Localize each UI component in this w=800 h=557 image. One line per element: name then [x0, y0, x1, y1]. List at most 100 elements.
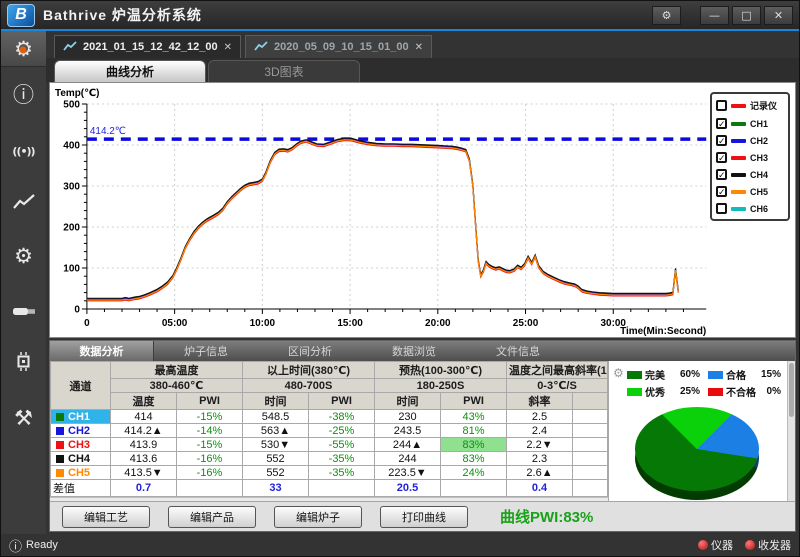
sidebar-item-settings[interactable]: ⚙ — [1, 31, 46, 67]
statusbar: ⓘ Ready 仪器收发器 — [1, 534, 799, 556]
checkbox-checked-icon[interactable]: ✓ — [716, 118, 727, 129]
sidebar: ⚙ ⓘ((•)) ⚙ ⚒ — [1, 31, 46, 534]
table-cell: 563▲ — [243, 424, 309, 438]
channel-cell[interactable]: CH1 — [51, 410, 111, 424]
pie-legend-label: 合格 — [726, 367, 746, 382]
legend-label: CH3 — [750, 153, 768, 163]
table-cell: 223.5▼ — [375, 466, 441, 480]
legend-label: 记录仪 — [750, 99, 777, 112]
group-range: 480-700S — [243, 379, 375, 393]
svg-text:200: 200 — [63, 222, 80, 233]
close-tab-icon[interactable]: ✕ — [415, 42, 423, 53]
checkbox-unchecked-icon[interactable] — [716, 100, 727, 111]
print-curve-button[interactable]: 打印曲线 — [380, 506, 468, 528]
pie-settings-icon[interactable]: ⚙ — [613, 366, 624, 380]
diff-cell — [573, 480, 608, 497]
table-cell: 552 — [243, 452, 309, 466]
pwi-pie-chart — [635, 407, 759, 501]
sidebar-item-chip[interactable] — [1, 337, 46, 391]
legend-label: CH6 — [750, 204, 768, 214]
analysis-tabs: 数据分析炉子信息区间分析数据浏览文件信息 — [50, 341, 795, 361]
sidebar-item-curve-analysis[interactable] — [1, 175, 46, 229]
table-cell — [573, 466, 608, 480]
tools-icon: ⚒ — [14, 406, 33, 430]
tab-3d-chart[interactable]: 3D图表 — [208, 60, 360, 82]
edit-product-button[interactable]: 编辑产品 — [168, 506, 256, 528]
titlebar-settings-icon[interactable]: ⚙ — [652, 6, 681, 25]
table-cell: 413.9 — [111, 438, 177, 452]
analysis-tab-3[interactable]: 数据浏览 — [362, 341, 466, 361]
analysis-tab-2[interactable]: 区间分析 — [258, 341, 362, 361]
view-tabs: 曲线分析3D图表 — [46, 58, 799, 82]
svg-text:400: 400 — [63, 140, 80, 151]
pie-legend-pct: 60% — [680, 369, 700, 380]
channel-color-square — [56, 441, 64, 449]
checkbox-checked-icon[interactable]: ✓ — [716, 169, 727, 180]
table-cell: 244▲ — [375, 438, 441, 452]
doc-tab-1[interactable]: 2020_05_09_10_15_01_00✕ — [245, 35, 432, 58]
table-header-row: 温度PWI时间PWI时间PWI斜率 — [51, 393, 608, 410]
scrollbar-thumb[interactable] — [789, 363, 794, 417]
legend-label: CH1 — [750, 119, 768, 129]
checkbox-checked-icon[interactable]: ✓ — [716, 135, 727, 146]
settings-icon: ⚙ — [14, 37, 33, 61]
tab-curve-analysis[interactable]: 曲线分析 — [54, 60, 206, 82]
legend-item-记录仪: 记录仪 — [716, 99, 784, 112]
sidebar-item-info[interactable]: ⓘ — [1, 67, 46, 121]
channel-cell[interactable]: CH2 — [51, 424, 111, 438]
edit-furnace-button[interactable]: 编辑炉子 — [274, 506, 362, 528]
curve-file-icon — [254, 41, 268, 54]
vertical-scrollbar[interactable] — [787, 361, 795, 501]
content-area: 2021_01_15_12_42_12_00✕2020_05_09_10_15_… — [46, 31, 799, 534]
sidebar-item-configuration[interactable]: ⚙ — [1, 229, 46, 283]
table-cell: -16% — [177, 452, 243, 466]
app-window: B Bathrive 炉温分析系统 ⚙ — □ ✕ ⚙ⓘ((•))⚙⚒ 2021… — [0, 0, 800, 557]
checkbox-unchecked-icon[interactable] — [716, 203, 727, 214]
checkbox-checked-icon[interactable]: ✓ — [716, 186, 727, 197]
maximize-button[interactable]: □ — [732, 6, 761, 25]
svg-text:300: 300 — [63, 181, 80, 192]
table-row: CH3413.9-15%530▼-55%244▲83%2.2▼ — [51, 438, 608, 452]
pie-legend-pct: 0% — [767, 386, 781, 397]
checkbox-checked-icon[interactable]: ✓ — [716, 152, 727, 163]
table-cell: 24% — [441, 466, 507, 480]
channel-cell[interactable]: CH3 — [51, 438, 111, 452]
analysis-tab-4[interactable]: 文件信息 — [466, 341, 570, 361]
table-header-row: 380-460℃480-700S180-250S0-3℃/S — [51, 379, 608, 393]
svg-text:100: 100 — [63, 263, 80, 274]
channel-cell[interactable]: CH4 — [51, 452, 111, 466]
series-color-swatch — [731, 104, 746, 108]
legend-item-CH5: ✓CH5 — [716, 186, 784, 197]
svg-text:05:00: 05:00 — [162, 318, 188, 329]
diff-cell: 0.4 — [507, 480, 573, 497]
group-header: 最高温度 — [111, 362, 243, 379]
close-button[interactable]: ✕ — [764, 6, 793, 25]
sidebar-item-usb-device[interactable] — [1, 283, 46, 337]
column-header: 时间 — [243, 393, 309, 410]
diff-cell — [309, 480, 375, 497]
edit-process-button[interactable]: 编辑工艺 — [62, 506, 150, 528]
sidebar-item-broadcast[interactable]: ((•)) — [1, 121, 46, 175]
temperature-chart-panel: 0100200300400500005:0010:0015:0020:0025:… — [49, 82, 796, 338]
close-tab-icon[interactable]: ✕ — [224, 42, 232, 53]
channel-cell[interactable]: CH5 — [51, 466, 111, 480]
minimize-button[interactable]: — — [700, 6, 729, 25]
sidebar-item-tools[interactable]: ⚒ — [1, 391, 46, 445]
table-cell: 2.2▼ — [507, 438, 573, 452]
series-color-swatch — [731, 207, 746, 211]
channel-name: CH5 — [68, 467, 90, 479]
legend-item-CH2: ✓CH2 — [716, 135, 784, 146]
analysis-tab-1[interactable]: 炉子信息 — [154, 341, 258, 361]
doc-tab-0[interactable]: 2021_01_15_12_42_12_00✕ — [54, 35, 241, 58]
group-range: 180-250S — [375, 379, 507, 393]
table-cell: 2.4 — [507, 424, 573, 438]
analysis-tab-0[interactable]: 数据分析 — [50, 341, 154, 361]
svg-text:0: 0 — [84, 318, 90, 329]
configuration-icon: ⚙ — [14, 244, 33, 268]
pie-legend-item-不合格: 不合格 0% — [708, 384, 781, 399]
table-cell: 530▼ — [243, 438, 309, 452]
channel-label-wrap: CH2 — [53, 425, 108, 437]
status-dot-icon — [698, 540, 708, 550]
legend-item-CH3: ✓ CH3 — [716, 152, 784, 163]
pie-legend-label: 不合格 — [726, 384, 756, 399]
